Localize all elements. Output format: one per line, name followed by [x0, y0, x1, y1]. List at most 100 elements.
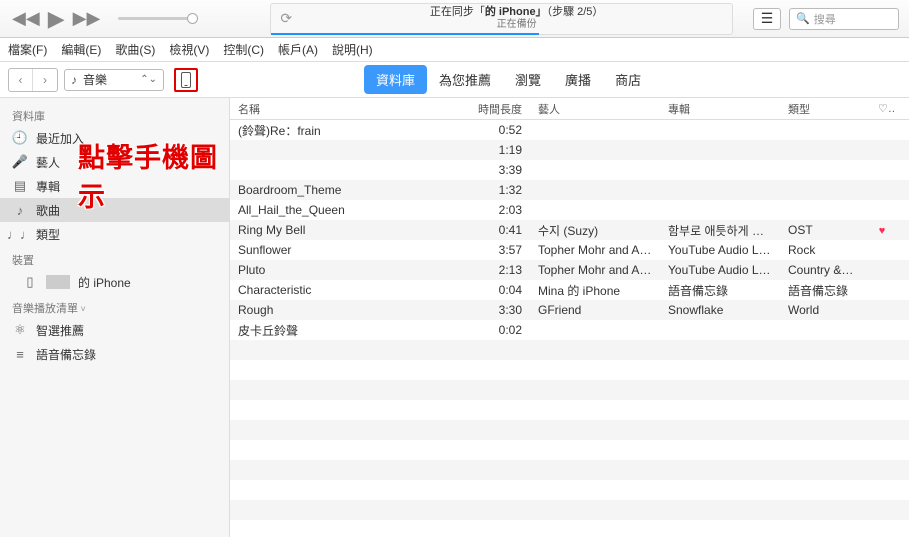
col-genre[interactable]: 類型 — [780, 101, 870, 117]
list-icon: ≡ — [12, 346, 28, 362]
menu-item[interactable]: 編輯(E) — [61, 41, 101, 58]
sidebar-item[interactable]: ▯的 iPhone — [0, 270, 229, 294]
table-row[interactable]: Sunflower3:57Topher Mohr and Al…YouTube … — [230, 240, 909, 260]
cell-genre: OST — [780, 223, 870, 237]
sidebar-item-label: 類型 — [36, 226, 60, 243]
cell-album: YouTube Audio Libr… — [660, 263, 780, 277]
menu-item[interactable]: 歌曲(S) — [115, 41, 155, 58]
cell-artist: Topher Mohr and Al… — [530, 243, 660, 257]
cell-album: Snowflake — [660, 303, 780, 317]
table-row[interactable]: All_Hail_the_Queen2:03 — [230, 200, 909, 220]
forward-button[interactable]: › — [33, 69, 57, 91]
atom-icon: ⚛ — [12, 322, 28, 338]
tab[interactable]: 商店 — [603, 65, 653, 94]
col-loved[interactable]: ♡ — [870, 102, 894, 115]
cell-name: Boardroom_Theme — [230, 183, 470, 197]
mic-icon: 🎤 — [12, 154, 28, 170]
media-label: 音樂 — [83, 71, 107, 88]
cell-artist: Topher Mohr and Al… — [530, 263, 660, 277]
sync-prefix: 正在同步「 — [430, 6, 485, 18]
cell-time: 0:04 — [470, 283, 530, 297]
cell-time: 2:13 — [470, 263, 530, 277]
sidebar-item-label: 歌曲 — [36, 202, 60, 219]
sidebar-item[interactable]: ≡ 語音備忘錄 — [0, 342, 229, 366]
table-row[interactable]: Rough3:30GFriendSnowflakeWorld — [230, 300, 909, 320]
cell-time: 0:52 — [470, 123, 530, 137]
cell-time: 1:19 — [470, 143, 530, 157]
tab[interactable]: 資料庫 — [364, 65, 427, 94]
sync-step: （步驟 2/5） — [547, 6, 604, 18]
next-button[interactable]: ▶▶ — [73, 8, 101, 29]
table-row-empty — [230, 360, 909, 380]
cell-name: Sunflower — [230, 243, 470, 257]
sync-progress-bar — [271, 33, 538, 35]
table-row-empty — [230, 400, 909, 420]
menu-item[interactable]: 說明(H) — [332, 41, 373, 58]
col-name[interactable]: 名稱 — [230, 101, 470, 117]
redacted-block — [46, 275, 70, 289]
col-time[interactable]: 時間長度 — [470, 101, 530, 117]
cell-album: YouTube Audio Libr… — [660, 243, 780, 257]
cell-name: Pluto — [230, 263, 470, 277]
col-artist[interactable]: 藝人 — [530, 101, 660, 117]
tab[interactable]: 瀏覽 — [503, 65, 553, 94]
sidebar-item-label: 語音備忘錄 — [36, 346, 96, 363]
menu-item[interactable]: 帳戶(A) — [278, 41, 318, 58]
table-row[interactable]: Characteristic0:04Mina 的 iPhone語音備忘錄語音備忘… — [230, 280, 909, 300]
music-icon: ♪ — [71, 73, 77, 87]
previous-button[interactable]: ◀◀ — [12, 8, 40, 29]
table-row[interactable]: Pluto2:13Topher Mohr and Al…YouTube Audi… — [230, 260, 909, 280]
device-button[interactable] — [174, 68, 198, 92]
volume-slider[interactable] — [118, 17, 198, 20]
search-icon: 🔍 — [796, 12, 810, 25]
menu-item[interactable]: 檔案(F) — [8, 41, 47, 58]
tab[interactable]: 廣播 — [553, 65, 603, 94]
table-row[interactable]: 3:39 — [230, 160, 909, 180]
cell-album: 함부로 애틋하게 OS… — [660, 222, 780, 239]
sidebar-item-label: 最近加入 — [36, 130, 84, 147]
back-button[interactable]: ‹ — [9, 69, 33, 91]
menu-bar: 檔案(F) 編輯(E) 歌曲(S) 檢視(V) 控制(C) 帳戶(A) 說明(H) — [0, 38, 909, 62]
cell-artist: GFriend — [530, 303, 660, 317]
phone-icon — [181, 72, 191, 88]
heart-icon: ♥ — [879, 225, 886, 237]
search-input[interactable]: 🔍 搜尋 — [789, 8, 899, 30]
play-button[interactable]: ▶ — [48, 6, 65, 32]
sync-device: 的 iPhone」 — [485, 6, 547, 18]
cell-loved: ♥ — [870, 223, 894, 237]
table-row-empty — [230, 460, 909, 480]
sidebar-item[interactable]: ⚛ 智選推薦 — [0, 318, 229, 342]
table-row[interactable]: (鈴聲)Re：frain0:52 — [230, 120, 909, 140]
table-row-empty — [230, 420, 909, 440]
menu-item[interactable]: 檢視(V) — [169, 41, 209, 58]
table-row[interactable]: 1:19 — [230, 140, 909, 160]
sidebar-section-header: 資料庫 — [0, 102, 229, 126]
cell-artist: 수지 (Suzy) — [530, 222, 660, 239]
chevron-updown-icon: ⌃⌄ — [140, 74, 157, 85]
cell-time: 3:39 — [470, 163, 530, 177]
sidebar: 點擊手機圖示 資料庫🕘最近加入🎤藝人▤專輯♪歌曲♩♩類型裝置▯的 iPhone音… — [0, 98, 230, 537]
cell-artist: Mina 的 iPhone — [530, 282, 660, 299]
clock-icon: 🕘 — [12, 130, 28, 146]
album-icon: ▤ — [12, 178, 28, 194]
table-row-empty — [230, 480, 909, 500]
cell-name: All_Hail_the_Queen — [230, 203, 470, 217]
annotation-text: 點擊手機圖示 — [78, 136, 229, 214]
menu-item[interactable]: 控制(C) — [223, 41, 264, 58]
table-row-empty — [230, 380, 909, 400]
table-row[interactable]: Boardroom_Theme1:32 — [230, 180, 909, 200]
list-view-button[interactable]: ☰ — [753, 8, 781, 30]
sidebar-item-label: 智選推薦 — [36, 322, 84, 339]
sidebar-item[interactable]: ♩♩類型 — [0, 222, 229, 246]
cell-name: 皮卡丘鈴聲 — [230, 322, 470, 339]
col-album[interactable]: 專輯 — [660, 101, 780, 117]
phone-icon: ▯ — [22, 274, 38, 290]
media-type-select[interactable]: ♪ 音樂 ⌃⌄ — [64, 69, 164, 91]
cell-name: Ring My Bell — [230, 223, 470, 237]
table-row-empty — [230, 500, 909, 520]
cell-time: 0:41 — [470, 223, 530, 237]
tab[interactable]: 為您推薦 — [427, 65, 503, 94]
table-row[interactable]: 皮卡丘鈴聲0:02 — [230, 320, 909, 340]
table-row[interactable]: Ring My Bell0:41수지 (Suzy)함부로 애틋하게 OS…OST… — [230, 220, 909, 240]
cell-genre: Country &… — [780, 263, 870, 277]
